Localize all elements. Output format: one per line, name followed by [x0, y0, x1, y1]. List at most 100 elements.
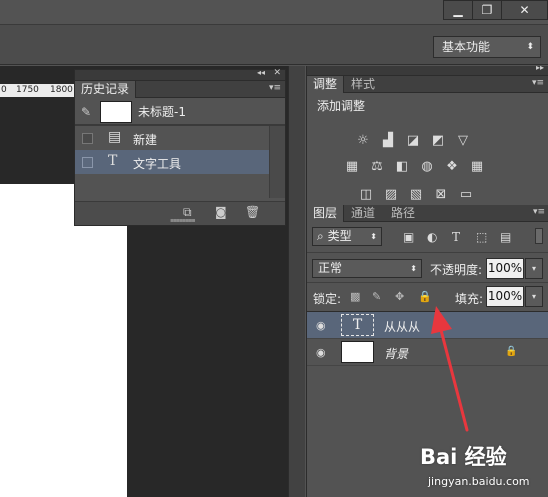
adjustment-icons-row: ☼ ▟ ◪ ◩ ▽ [355, 133, 471, 149]
panel-gutter [288, 66, 305, 497]
tab-layers[interactable]: 图层 [307, 205, 345, 222]
resize-grip[interactable]: ▪▪▪▪▪▪▪▪ [170, 217, 196, 224]
gradient-map-icon[interactable]: ▭ [458, 187, 474, 203]
shape-filter-icon[interactable]: ⬚ [476, 230, 487, 244]
horizontal-ruler: 0 1750 1800 [0, 84, 78, 97]
posterize-icon[interactable]: ▨ [383, 187, 399, 203]
lock-image-pixels-icon[interactable]: ✎ [372, 290, 381, 303]
history-item-label: 文字工具 [133, 157, 182, 171]
levels-icon[interactable]: ▟ [380, 133, 396, 149]
layer-name: 背景 [384, 347, 409, 361]
updown-arrow-icon: ⬍ [410, 264, 417, 273]
tab-history[interactable]: 历史记录 [75, 81, 137, 98]
close-icon[interactable]: ✕ [273, 68, 281, 78]
lock-label: 锁定: [313, 292, 342, 306]
lock-icon: 🔒 [505, 346, 518, 357]
camera-icon[interactable]: ◙ [215, 205, 227, 219]
adjustment-icons-row: ▦ ⚖ ◧ ◍ ❖ ▦ [344, 159, 485, 175]
snapshot-name: 未标题-1 [138, 105, 186, 119]
panel-header[interactable]: ◂◂ ✕ [75, 68, 285, 81]
close-button[interactable]: ✕ [501, 0, 548, 20]
invert-icon[interactable]: ◫ [358, 187, 374, 203]
fill-label: 填充: [455, 292, 484, 306]
blend-row: 正常 ⬍ 不透明度: 100% ▾ [307, 252, 548, 282]
lock-row: 锁定: ▩ ✎ ✥ 🔒 填充: 100% ▾ [307, 282, 548, 311]
hue-saturation-icon[interactable]: ▦ [344, 159, 360, 175]
layers-tab-row: 图层 通道 路径 ▾≡ [307, 205, 548, 222]
dock-header[interactable]: ▸▸ [307, 63, 548, 76]
adjustment-icons-row: ◫ ▨ ▧ ⊠ ▭ [358, 187, 474, 203]
fill-field[interactable]: 100% [486, 286, 524, 307]
history-snapshot[interactable]: ✎ 未标题-1 [75, 98, 285, 126]
adjustment-filter-icon[interactable]: ◐ [427, 230, 437, 244]
document-icon: ▤ [108, 129, 122, 145]
filter-kind-select[interactable]: ⌕ 类型 ⬍ [312, 227, 382, 246]
color-lookup-icon[interactable]: ▦ [469, 159, 485, 175]
type-tool-icon: T [108, 153, 118, 169]
lock-position-icon[interactable]: ✥ [395, 290, 404, 303]
document-canvas[interactable] [0, 184, 127, 497]
layer-row-text[interactable]: ◉ T 从从从 [307, 312, 548, 339]
watermark: Bai 经验 jingyan.baidu.com [418, 437, 546, 495]
workspace-select[interactable]: 基本功能 ⬍ [433, 36, 541, 58]
layer-name: 从从从 [384, 320, 421, 334]
opacity-dropdown-button[interactable]: ▾ [525, 258, 543, 279]
snapshot-thumbnail [100, 101, 132, 123]
updown-arrow-icon: ⬍ [370, 232, 377, 241]
threshold-icon[interactable]: ▧ [408, 187, 424, 203]
title-bar: ▁ ❐ ✕ [0, 0, 548, 24]
trash-icon[interactable]: 🗑 [245, 205, 260, 219]
color-balance-icon[interactable]: ⚖ [369, 159, 385, 175]
blend-mode-label: 正常 [318, 261, 343, 275]
black-white-icon[interactable]: ◧ [394, 159, 410, 175]
ruler-tick-label: 0 [1, 85, 7, 95]
history-brush-source[interactable] [82, 157, 93, 168]
opacity-field[interactable]: 100% [486, 258, 524, 279]
history-list: ▤ 新建 T 文字工具 [75, 126, 285, 198]
tab-adjustments[interactable]: 调整 [307, 76, 345, 93]
close-icon: ✕ [519, 3, 530, 17]
panel-menu-icon[interactable]: ▾≡ [533, 207, 545, 217]
filter-kind-label: 类型 [327, 229, 352, 243]
fill-dropdown-button[interactable]: ▾ [525, 286, 543, 307]
type-filter-icon[interactable]: T [452, 230, 460, 244]
tab-styles[interactable]: 样式 [345, 76, 381, 93]
vibrance-icon[interactable]: ▽ [455, 133, 471, 149]
channel-mixer-icon[interactable]: ❖ [444, 159, 460, 175]
curves-icon[interactable]: ◪ [405, 133, 421, 149]
selective-color-icon[interactable]: ⊠ [433, 187, 449, 203]
collapse-icon[interactable]: ▸▸ [536, 63, 544, 72]
tab-channels[interactable]: 通道 [345, 205, 381, 222]
tab-paths[interactable]: 路径 [385, 205, 421, 222]
history-item[interactable]: ▤ 新建 [75, 126, 285, 150]
adjustments-title: 添加调整 [317, 99, 366, 113]
panel-menu-icon[interactable]: ▾≡ [269, 83, 281, 93]
brightness-icon[interactable]: ☼ [355, 133, 371, 149]
layer-filter-row: ⌕ 类型 ⬍ ▣ ◐ T ⬚ ▤ [307, 222, 548, 250]
ruler-tick-label: 1750 [16, 85, 39, 95]
minimize-button[interactable]: ▁ [443, 0, 473, 20]
collapse-icon[interactable]: ◂◂ [257, 68, 265, 77]
watermark-url: jingyan.baidu.com [428, 475, 530, 488]
eye-icon[interactable]: ◉ [316, 346, 326, 359]
history-scrollbar[interactable] [269, 126, 285, 198]
exposure-icon[interactable]: ◩ [430, 133, 446, 149]
eye-icon[interactable]: ◉ [316, 319, 326, 332]
layer-row-background[interactable]: ◉ 背景 🔒 [307, 339, 548, 366]
filter-toggle[interactable] [535, 228, 543, 244]
lock-all-icon[interactable]: 🔒 [418, 290, 432, 303]
lock-transparency-icon[interactable]: ▩ [350, 290, 360, 303]
restore-icon: ❐ [481, 3, 493, 17]
history-panel: ◂◂ ✕ 历史记录 ▾≡ ✎ 未标题-1 ▤ 新建 T 文字工具 ⧉ ◙ 🗑 ▪… [74, 68, 286, 226]
blend-mode-select[interactable]: 正常 ⬍ [312, 259, 422, 278]
history-brush-source[interactable] [82, 133, 93, 144]
panel-menu-icon[interactable]: ▾≡ [532, 78, 544, 88]
pixel-filter-icon[interactable]: ▣ [403, 230, 414, 244]
watermark-logo: Bai 经验 [420, 445, 507, 469]
photo-filter-icon[interactable]: ◍ [419, 159, 435, 175]
history-brush-icon[interactable]: ✎ [81, 105, 91, 119]
restore-button[interactable]: ❐ [472, 0, 502, 20]
text-layer-thumbnail: T [341, 314, 374, 336]
smart-object-filter-icon[interactable]: ▤ [500, 230, 511, 244]
history-item[interactable]: T 文字工具 [75, 150, 285, 174]
